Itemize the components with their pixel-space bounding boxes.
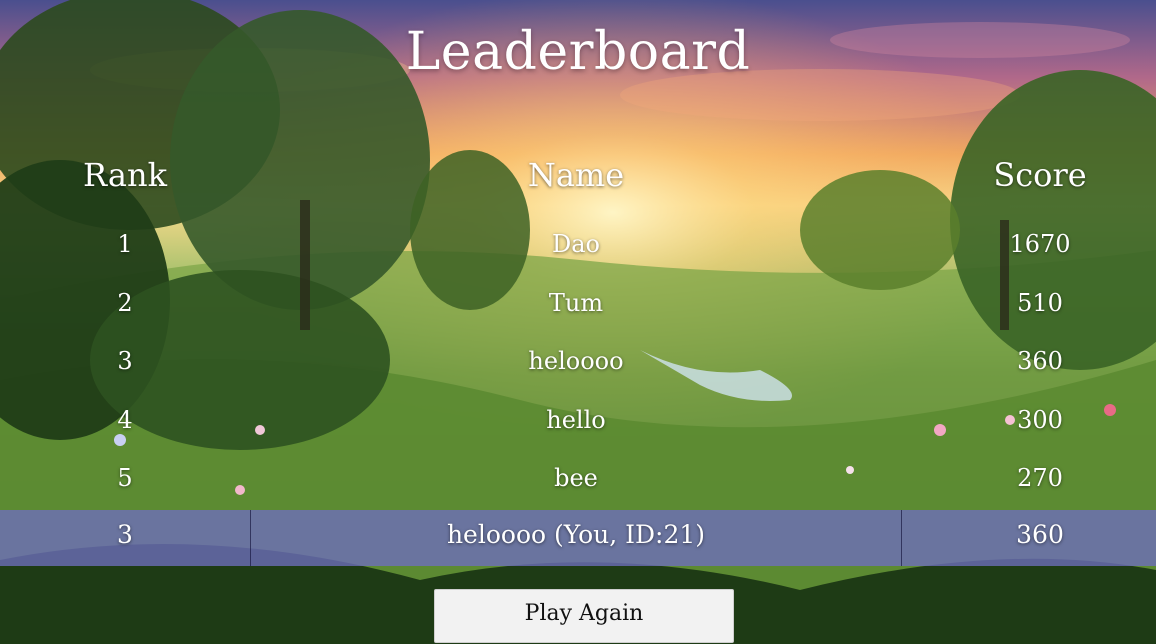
current-player-score: 360 [1016, 520, 1064, 549]
name-cell: Tum [548, 289, 604, 317]
name-cell: heloooo [528, 347, 624, 375]
name-cell: hello [546, 406, 606, 434]
leaderboard-row: 2 Tum 510 [0, 283, 1156, 323]
rank-column-header: Rank [83, 156, 167, 194]
rank-cell: 1 [117, 230, 133, 258]
leaderboard-title: Leaderboard [405, 22, 751, 82]
rank-cell: 5 [117, 464, 133, 492]
rank-cell: 2 [117, 289, 133, 317]
score-cell: 1670 [1009, 230, 1071, 258]
score-cell: 300 [1017, 406, 1063, 434]
rank-cell: 3 [117, 347, 133, 375]
play-again-button[interactable]: Play Again [434, 589, 734, 643]
current-player-rank: 3 [117, 520, 133, 549]
leaderboard-row: 3 heloooo 360 [0, 341, 1156, 381]
score-column-header: Score [993, 156, 1087, 194]
current-player-row: 3 heloooo (You, ID:21) 360 [0, 510, 1156, 566]
name-column-header: Name [527, 156, 625, 194]
leaderboard-screen: Leaderboard Rank Name Score 1 Dao 1670 2… [0, 0, 1156, 644]
name-cell: Dao [552, 230, 600, 258]
leaderboard-row: 1 Dao 1670 [0, 224, 1156, 264]
current-player-name: heloooo (You, ID:21) [446, 520, 706, 549]
score-cell: 270 [1017, 464, 1063, 492]
rank-cell: 4 [117, 406, 133, 434]
leaderboard-row: 4 hello 300 [0, 400, 1156, 440]
score-cell: 510 [1017, 289, 1063, 317]
leaderboard-row: 5 bee 270 [0, 458, 1156, 498]
name-cell: bee [554, 464, 598, 492]
score-cell: 360 [1017, 347, 1063, 375]
